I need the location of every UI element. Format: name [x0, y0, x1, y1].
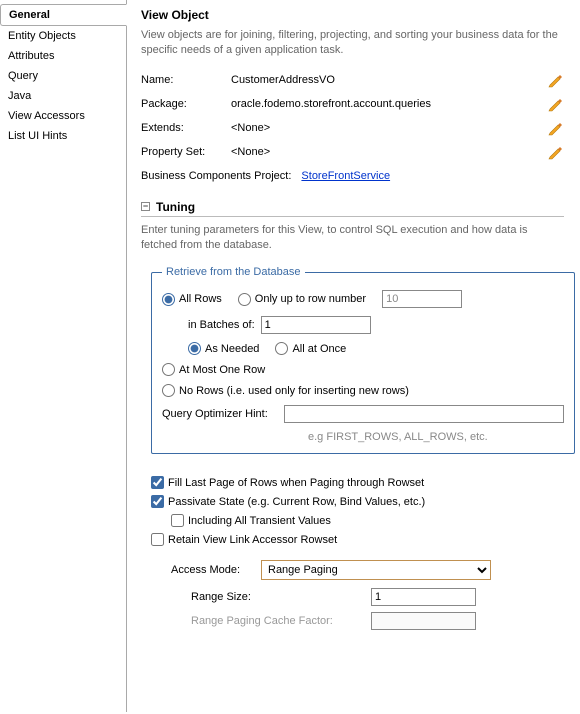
at-most-one-radio[interactable]: [162, 363, 175, 376]
as-needed-label[interactable]: As Needed: [205, 343, 259, 355]
tab-entity-objects[interactable]: Entity Objects: [0, 26, 126, 46]
tab-list-ui-hints[interactable]: List UI Hints: [0, 126, 126, 146]
bcp-link[interactable]: StoreFrontService: [301, 170, 390, 182]
all-at-once-radio[interactable]: [275, 342, 288, 355]
sidebar: General Entity Objects Attributes Query …: [0, 0, 126, 712]
tab-attributes[interactable]: Attributes: [0, 46, 126, 66]
batches-label: in Batches of:: [188, 319, 255, 331]
all-rows-label[interactable]: All Rows: [179, 293, 222, 305]
tuning-desc: Enter tuning parameters for this View, t…: [141, 223, 564, 253]
include-transient-label[interactable]: Including All Transient Values: [188, 515, 331, 527]
access-mode-label: Access Mode:: [171, 564, 261, 576]
pencil-icon[interactable]: [548, 72, 564, 88]
access-mode-select[interactable]: Range Paging: [261, 560, 491, 580]
package-label: Package:: [141, 98, 231, 110]
page-desc: View objects are for joining, filtering,…: [141, 28, 564, 58]
package-value: oracle.fodemo.storefront.account.queries: [231, 98, 431, 110]
page-title: View Object: [141, 8, 564, 22]
extends-label: Extends:: [141, 122, 231, 134]
all-at-once-label[interactable]: All at Once: [292, 343, 346, 355]
extends-value: <None>: [231, 122, 431, 134]
range-size-label: Range Size:: [191, 591, 371, 603]
cache-factor-input: [371, 612, 476, 630]
name-value: CustomerAddressVO: [231, 74, 431, 86]
include-transient-checkbox[interactable]: [171, 514, 184, 527]
propset-value: <None>: [231, 146, 431, 158]
at-most-one-label[interactable]: At Most One Row: [179, 364, 265, 376]
retain-vla-label[interactable]: Retain View Link Accessor Rowset: [168, 534, 337, 546]
passivate-checkbox[interactable]: [151, 495, 164, 508]
retain-vla-checkbox[interactable]: [151, 533, 164, 546]
passivate-label[interactable]: Passivate State (e.g. Current Row, Bind …: [168, 496, 425, 508]
tab-query[interactable]: Query: [0, 66, 126, 86]
hint-input[interactable]: [284, 405, 564, 423]
batches-input[interactable]: [261, 316, 371, 334]
only-upto-input: [382, 290, 462, 308]
only-upto-label[interactable]: Only up to row number: [255, 293, 366, 305]
pencil-icon[interactable]: [548, 96, 564, 112]
no-rows-radio[interactable]: [162, 384, 175, 397]
name-label: Name:: [141, 74, 231, 86]
hint-note: e.g FIRST_ROWS, ALL_ROWS, etc.: [308, 431, 564, 443]
only-upto-radio[interactable]: [238, 293, 251, 306]
tab-view-accessors[interactable]: View Accessors: [0, 106, 126, 126]
tuning-title: Tuning: [156, 200, 195, 214]
tab-general[interactable]: General: [0, 4, 127, 26]
retrieve-fieldset: Retrieve from the Database All Rows Only…: [151, 266, 575, 454]
bcp-label: Business Components Project:: [141, 170, 291, 182]
pencil-icon[interactable]: [548, 144, 564, 160]
all-rows-radio[interactable]: [162, 293, 175, 306]
propset-label: Property Set:: [141, 146, 231, 158]
collapse-icon[interactable]: −: [141, 202, 150, 211]
content-panel: View Object View objects are for joining…: [126, 0, 578, 712]
cache-factor-label: Range Paging Cache Factor:: [191, 615, 371, 627]
hint-label: Query Optimizer Hint:: [162, 408, 284, 420]
pencil-icon[interactable]: [548, 120, 564, 136]
as-needed-radio[interactable]: [188, 342, 201, 355]
retrieve-legend: Retrieve from the Database: [162, 266, 305, 278]
range-size-input[interactable]: [371, 588, 476, 606]
tab-java[interactable]: Java: [0, 86, 126, 106]
no-rows-label[interactable]: No Rows (i.e. used only for inserting ne…: [179, 385, 409, 397]
tuning-header: − Tuning: [141, 200, 564, 217]
fill-last-label[interactable]: Fill Last Page of Rows when Paging throu…: [168, 477, 424, 489]
fill-last-checkbox[interactable]: [151, 476, 164, 489]
